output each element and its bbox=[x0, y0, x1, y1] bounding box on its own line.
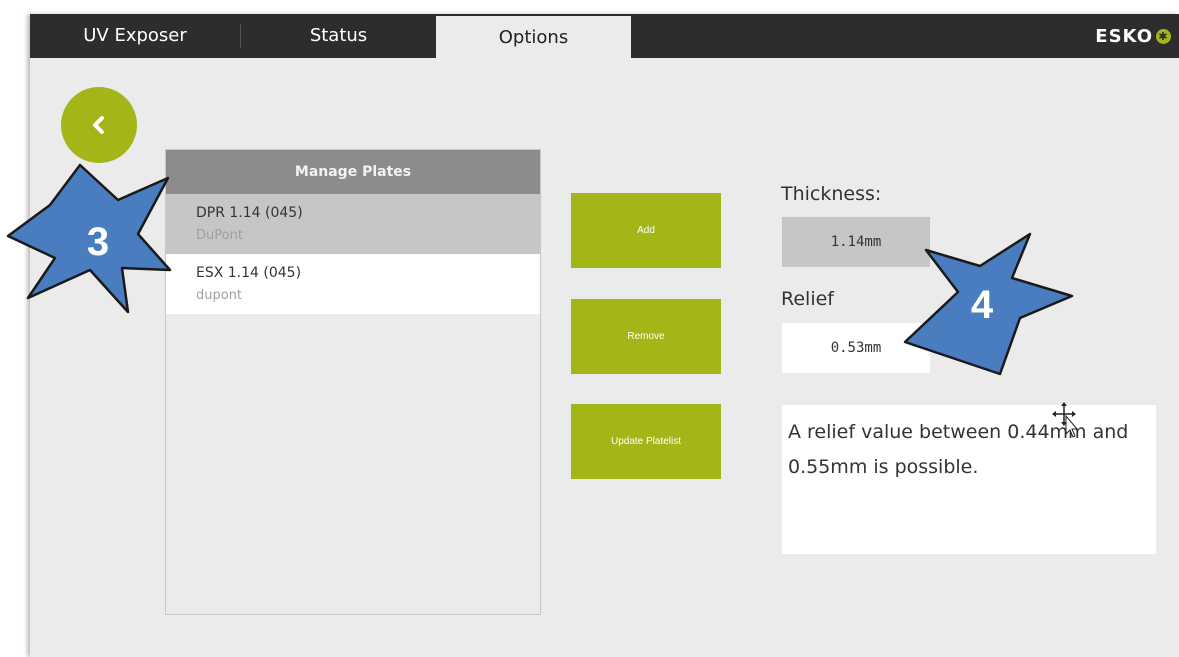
tab-status[interactable]: Status bbox=[241, 14, 436, 58]
relief-input[interactable]: 0.53mm bbox=[782, 323, 930, 373]
tab-options[interactable]: Options bbox=[436, 16, 631, 58]
app-window: UV Exposer Status Options ESKO Manage Pl… bbox=[30, 14, 1179, 657]
plate-list-item[interactable]: ESX 1.14 (045) dupont bbox=[166, 254, 540, 314]
plate-vendor: dupont bbox=[196, 288, 243, 303]
brand-name: ESKO bbox=[1095, 26, 1153, 47]
remove-plate-button[interactable]: Remove bbox=[571, 299, 721, 374]
tab-uv-exposer[interactable]: UV Exposer bbox=[30, 14, 240, 58]
chevron-left-icon bbox=[93, 116, 104, 134]
thickness-label: Thickness: bbox=[781, 183, 882, 205]
esko-mark-icon bbox=[1156, 29, 1171, 44]
plate-name: DPR 1.14 (045) bbox=[196, 205, 303, 221]
manage-plates-header: Manage Plates bbox=[166, 150, 540, 194]
plate-name: ESX 1.14 (045) bbox=[196, 265, 302, 281]
plate-list-item[interactable]: DPR 1.14 (045) DuPont bbox=[166, 194, 540, 254]
add-plate-button[interactable]: Add bbox=[571, 193, 721, 268]
relief-label: Relief bbox=[781, 288, 834, 310]
update-platelist-button[interactable]: Update Platelist bbox=[571, 404, 721, 479]
plate-vendor: DuPont bbox=[196, 228, 243, 243]
thickness-value: 1.14mm bbox=[782, 217, 930, 267]
top-navigation-bar: UV Exposer Status Options ESKO bbox=[30, 14, 1179, 58]
manage-plates-panel: Manage Plates DPR 1.14 (045) DuPont ESX … bbox=[165, 149, 541, 615]
relief-info-text: A relief value between 0.44mm and 0.55mm… bbox=[782, 405, 1156, 554]
esko-logo: ESKO bbox=[1095, 26, 1171, 47]
back-button[interactable] bbox=[61, 87, 137, 163]
